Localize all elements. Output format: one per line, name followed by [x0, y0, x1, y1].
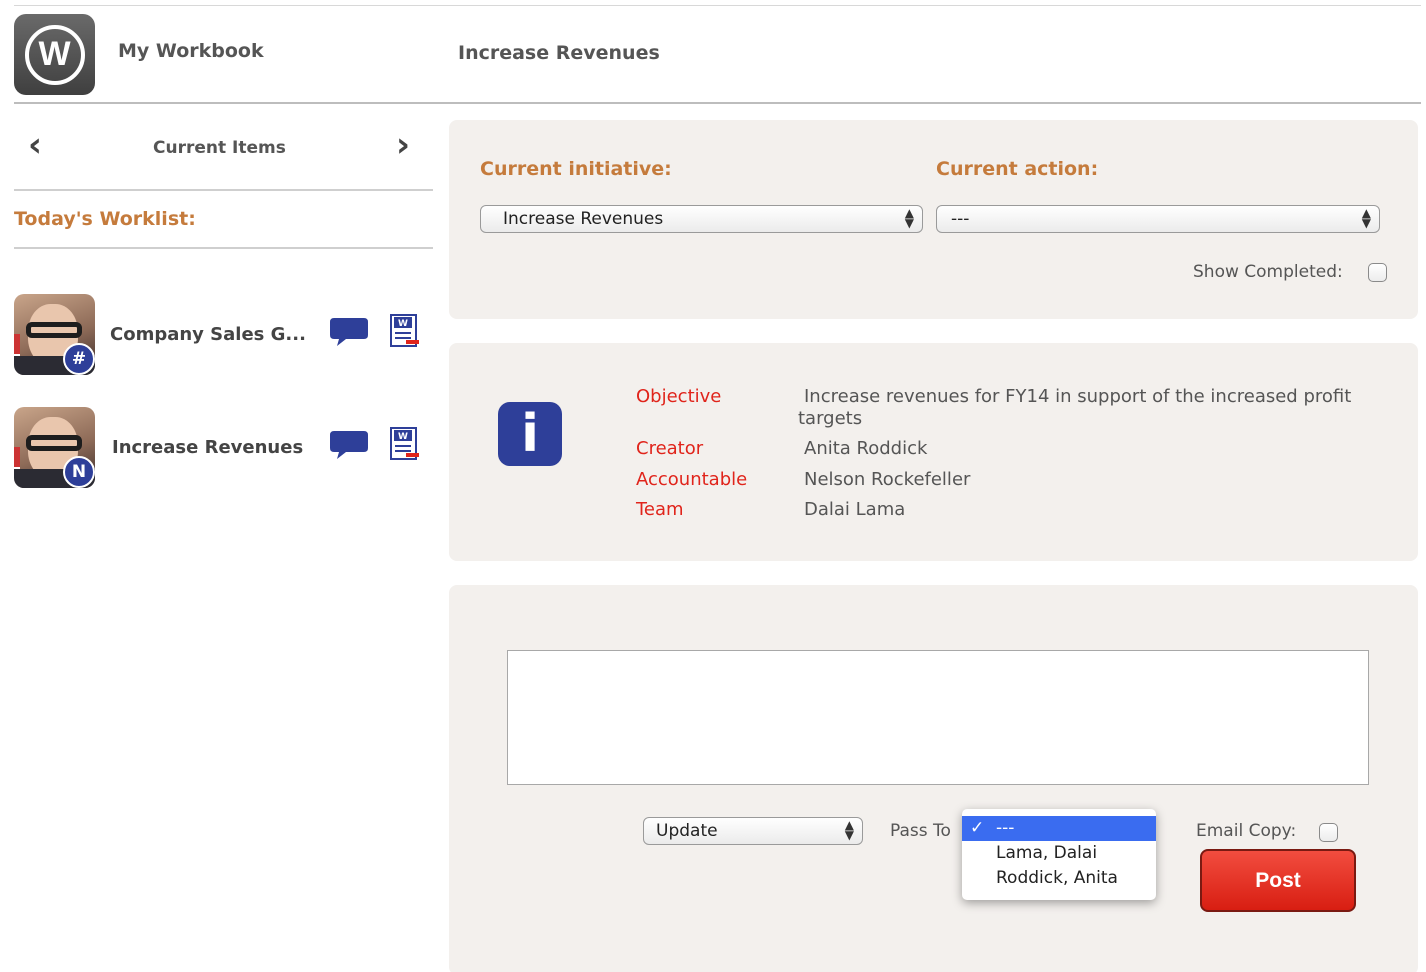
current-items-label: Current Items: [153, 138, 286, 158]
creator-value: Anita Roddick: [804, 438, 928, 459]
comment-textarea[interactable]: [507, 650, 1369, 785]
team-label: Team: [636, 499, 684, 520]
svg-text:W: W: [398, 319, 408, 329]
worklist-item-label[interactable]: Increase Revenues: [112, 437, 303, 458]
worklist-title: Today's Worklist:: [14, 208, 196, 230]
speech-bubble-icon[interactable]: [330, 431, 368, 459]
email-copy-label: Email Copy:: [1196, 821, 1297, 841]
item-type-badge: N: [63, 456, 95, 488]
initiative-select-value: Increase Revenues: [503, 209, 664, 229]
info-icon: i: [498, 402, 562, 466]
accountable-label: Accountable: [636, 469, 748, 490]
worklist-item[interactable]: N Increase Revenues W: [14, 407, 434, 489]
worklist-item[interactable]: # Company Sales G... W: [14, 294, 434, 376]
header-divider: [14, 102, 1421, 104]
avatar: #: [14, 294, 95, 375]
page-title: Increase Revenues: [458, 42, 660, 64]
pass-to-option[interactable]: ✓ ---: [962, 816, 1156, 841]
pass-to-label: Pass To: [890, 821, 951, 841]
sidebar-divider: [14, 247, 433, 249]
update-type-value: Update: [656, 821, 718, 841]
info-panel: [449, 343, 1418, 561]
show-completed-checkbox[interactable]: [1368, 263, 1387, 282]
action-select-value: ---: [951, 209, 970, 229]
sidebar-divider: [14, 189, 433, 191]
svg-text:W: W: [398, 432, 408, 442]
post-button[interactable]: Post: [1200, 849, 1356, 912]
pass-to-dropdown[interactable]: ✓ --- Lama, Dalai Roddick, Anita: [962, 809, 1156, 900]
avatar: N: [14, 407, 95, 488]
team-value: Dalai Lama: [804, 499, 906, 520]
workbook-logo[interactable]: W: [14, 14, 95, 95]
objective-value: Increase revenues for FY14 in support of…: [798, 386, 1352, 429]
checkmark-icon: ✓: [970, 818, 985, 838]
select-arrows-icon: ▲ ▼: [1361, 206, 1371, 230]
show-completed-label: Show Completed:: [1193, 262, 1343, 282]
select-arrows-icon: ▲ ▼: [904, 206, 914, 230]
update-type-select[interactable]: Update ▲ ▼: [643, 817, 863, 845]
worklist-item-label[interactable]: Company Sales G...: [110, 324, 306, 345]
workbook-doc-icon[interactable]: W: [390, 427, 420, 461]
workbook-doc-icon[interactable]: W: [390, 314, 420, 348]
logo-letter: W: [24, 24, 85, 85]
pass-to-option[interactable]: Lama, Dalai: [962, 841, 1156, 866]
speech-bubble-icon[interactable]: [330, 318, 368, 346]
accountable-value: Nelson Rockefeller: [804, 469, 971, 490]
initiative-label: Current initiative:: [480, 158, 672, 180]
objective-label: Objective: [636, 386, 722, 407]
action-select[interactable]: --- ▲ ▼: [936, 205, 1380, 233]
initiative-select[interactable]: Increase Revenues ▲ ▼: [480, 205, 923, 233]
email-copy-checkbox[interactable]: [1319, 823, 1338, 842]
chevron-left-icon[interactable]: ‹: [28, 128, 42, 162]
app-title[interactable]: My Workbook: [118, 40, 264, 62]
creator-label: Creator: [636, 438, 704, 459]
chevron-right-icon[interactable]: ›: [396, 128, 410, 162]
top-divider: [14, 5, 1421, 6]
select-arrows-icon: ▲ ▼: [844, 818, 854, 842]
item-type-badge: #: [63, 343, 95, 375]
action-label: Current action:: [936, 158, 1099, 180]
pass-to-option[interactable]: Roddick, Anita: [962, 866, 1156, 891]
